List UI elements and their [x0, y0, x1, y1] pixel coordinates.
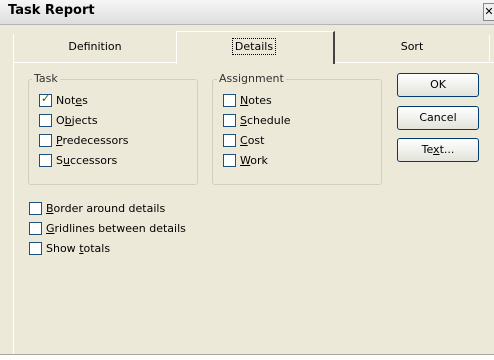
- tab-details-label: Details: [231, 38, 277, 55]
- border-around-details-checkbox[interactable]: Border around details: [29, 198, 186, 218]
- task-notes-checkbox[interactable]: ✓ Notes: [39, 90, 129, 110]
- checkbox-box: [39, 113, 52, 127]
- task-predecessors-checkbox[interactable]: Predecessors: [39, 130, 129, 150]
- checkbox-label: Notes: [240, 93, 272, 107]
- show-totals-checkbox[interactable]: Show totals: [29, 238, 186, 258]
- checkbox-box: [223, 93, 236, 107]
- tab-details[interactable]: Details: [176, 34, 332, 60]
- checkbox-label: Objects: [56, 113, 98, 127]
- tab-definition-label: Definition: [68, 40, 122, 53]
- checkbox-label: Border around details: [46, 201, 166, 215]
- tab-sort-label: Sort: [400, 40, 424, 53]
- assignment-work-checkbox[interactable]: Work: [223, 150, 291, 170]
- checkbox-box: [39, 133, 52, 147]
- assignment-group-title: Assignment: [217, 72, 286, 85]
- checkbox-label: Successors: [56, 153, 118, 167]
- dialog-bottom-edge: [0, 354, 494, 360]
- options-checklist: Border around details Gridlines between …: [29, 198, 186, 258]
- ok-button[interactable]: OK: [397, 73, 479, 97]
- cancel-button[interactable]: Cancel: [397, 106, 479, 130]
- tab-divider-right: [334, 62, 494, 63]
- tab-panel-edge: [13, 34, 14, 359]
- assignment-checklist: Notes Schedule Cost Work: [223, 90, 291, 170]
- checkmark-icon: ✓: [41, 91, 51, 105]
- checkbox-label: Show totals: [46, 241, 111, 255]
- task-successors-checkbox[interactable]: Successors: [39, 150, 129, 170]
- checkbox-label: Work: [240, 153, 268, 167]
- checkbox-box: [29, 241, 42, 255]
- assignment-cost-checkbox[interactable]: Cost: [223, 130, 291, 150]
- task-objects-checkbox[interactable]: Objects: [39, 110, 129, 130]
- assignment-notes-checkbox[interactable]: Notes: [223, 90, 291, 110]
- text-button[interactable]: Text...: [397, 138, 479, 162]
- checkbox-label: Gridlines between details: [46, 221, 186, 235]
- tab-definition[interactable]: Definition: [14, 34, 176, 60]
- checkbox-box: [223, 113, 236, 127]
- checkbox-label: Cost: [240, 133, 265, 147]
- checkbox-label: Notes: [56, 93, 88, 107]
- tab-divider-left: [14, 62, 176, 63]
- checkbox-box: ✓: [39, 91, 52, 107]
- checkbox-box: [39, 153, 52, 167]
- checkbox-label: Schedule: [240, 113, 291, 127]
- task-group-title: Task: [32, 72, 60, 85]
- gridlines-between-details-checkbox[interactable]: Gridlines between details: [29, 218, 186, 238]
- tab-sort[interactable]: Sort: [334, 34, 490, 60]
- window-title: Task Report: [8, 3, 95, 18]
- task-checklist: ✓ Notes Objects Predecessors Successors: [39, 90, 129, 170]
- checkbox-box: [29, 221, 42, 235]
- checkbox-label: Predecessors: [56, 133, 129, 147]
- checkbox-box: [29, 201, 42, 215]
- assignment-schedule-checkbox[interactable]: Schedule: [223, 110, 291, 130]
- checkbox-box: [223, 153, 236, 167]
- checkbox-box: [223, 133, 236, 147]
- close-icon[interactable]: ✕: [483, 3, 494, 21]
